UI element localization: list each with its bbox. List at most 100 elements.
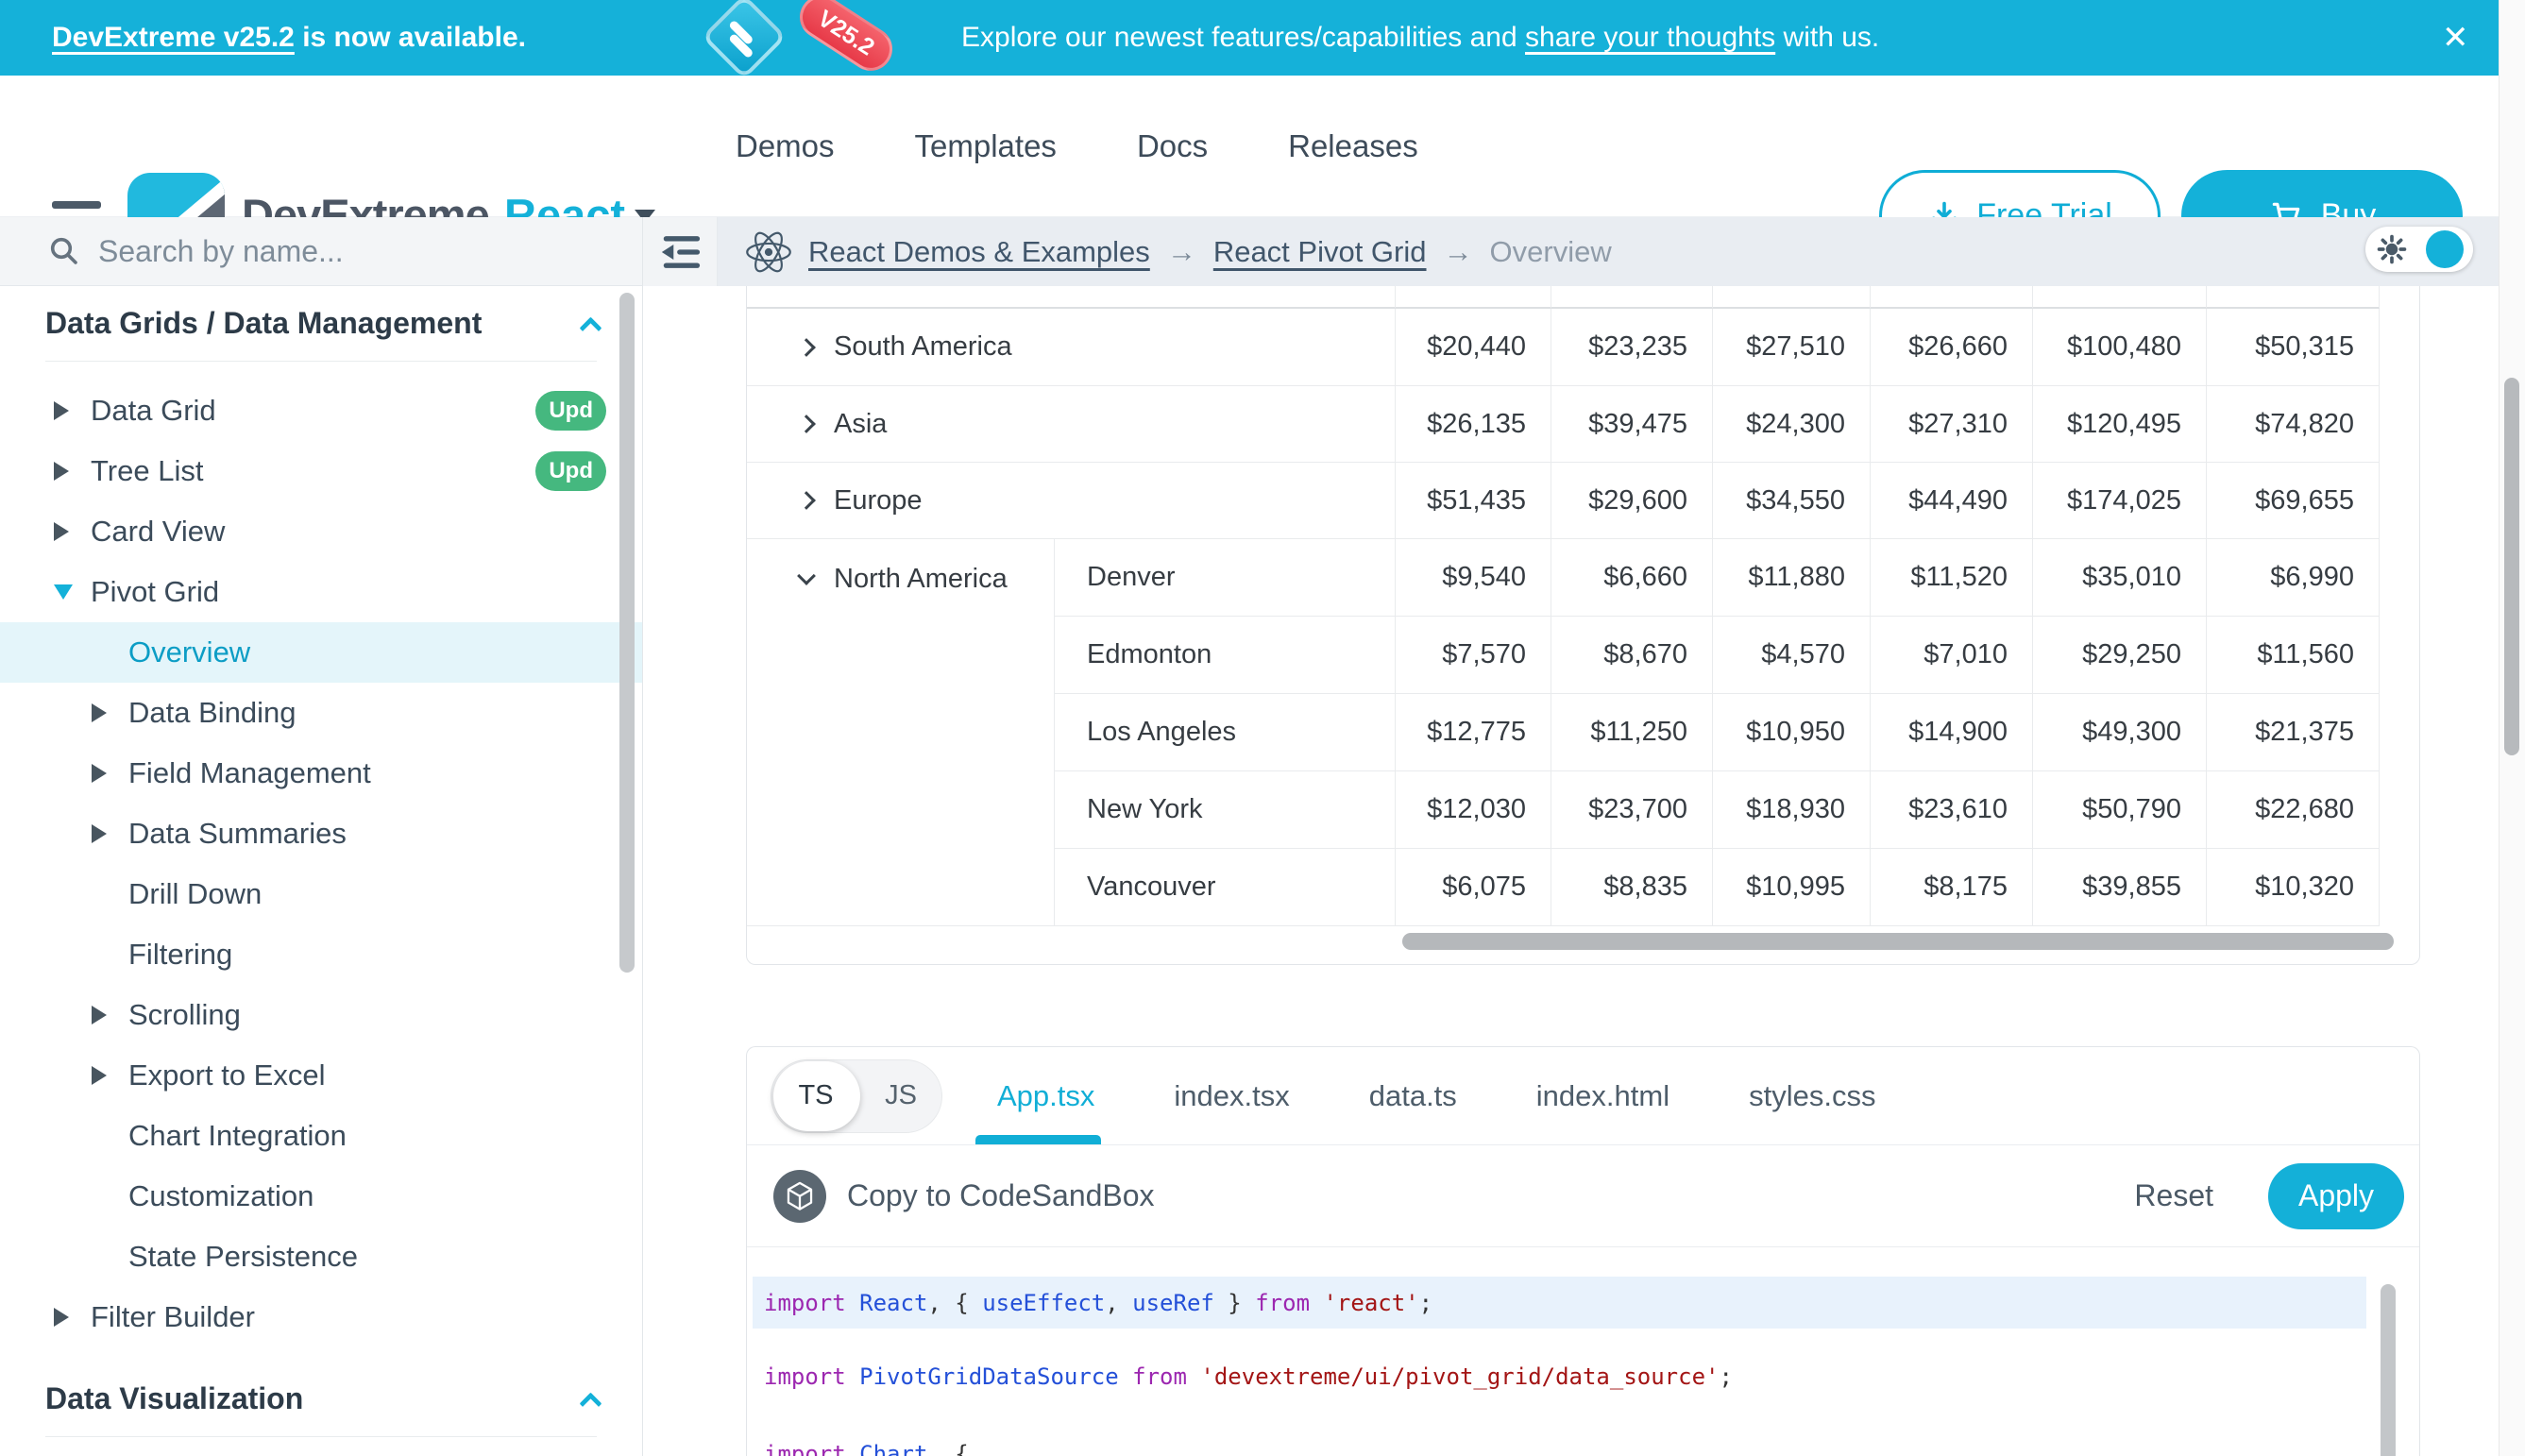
pivot-cell: $8,670 bbox=[1551, 617, 1713, 694]
sidebar-item-tree-list[interactable]: Tree ListUpd bbox=[0, 441, 642, 501]
theme-toggle[interactable] bbox=[2365, 227, 2473, 272]
tab-index-tsx[interactable]: index.tsx bbox=[1149, 1079, 1313, 1113]
breadcrumb-separator: → bbox=[1167, 235, 1196, 269]
code-tabs-row: TS JS App.tsx index.tsx data.ts index.ht… bbox=[747, 1047, 2419, 1145]
sidebar-item-card-view[interactable]: Card View bbox=[0, 501, 642, 562]
tab-styles-css[interactable]: styles.css bbox=[1724, 1079, 1900, 1113]
ts-js-switch[interactable]: TS JS bbox=[771, 1059, 942, 1133]
chevron-right-icon bbox=[797, 338, 816, 357]
nav-docs[interactable]: Docs bbox=[1137, 128, 1208, 164]
code-toolbar-row: Copy to CodeSandBox Reset Apply bbox=[747, 1145, 2419, 1247]
copy-to-codesandbox-button[interactable]: Copy to CodeSandBox bbox=[773, 1170, 1155, 1223]
code-line-1: import React, { useEffect, useRef } from… bbox=[753, 1277, 2366, 1329]
sidebar-item-filtering[interactable]: Filtering bbox=[0, 924, 642, 985]
collapse-panel-icon bbox=[658, 233, 702, 271]
sidebar-item-overview[interactable]: Overview bbox=[0, 622, 642, 683]
sidebar-scrollbar-thumb[interactable] bbox=[619, 293, 635, 973]
sidebar-item-data-summaries[interactable]: Data Summaries bbox=[0, 804, 642, 864]
pivot-cell: $50,315 bbox=[2207, 309, 2380, 386]
banner-close-icon[interactable]: ✕ bbox=[2442, 0, 2469, 76]
pivot-cell: $10,950 bbox=[1713, 694, 1871, 771]
sidebar-item-state-persistence[interactable]: State Persistence bbox=[0, 1227, 642, 1287]
sidebar-item-field-management[interactable]: Field Management bbox=[0, 743, 642, 804]
pivot-row-header-europe[interactable]: Europe bbox=[747, 463, 1396, 539]
pivot-cell: $23,610 bbox=[1871, 771, 2033, 849]
banner-release-text: DevExtreme v25.2 is now available. bbox=[52, 0, 526, 76]
breadcrumb-pivot-grid-link[interactable]: React Pivot Grid bbox=[1213, 235, 1427, 269]
upd-badge: Upd bbox=[535, 451, 606, 491]
collapse-demo-panel-button[interactable] bbox=[643, 217, 718, 286]
search-input[interactable] bbox=[98, 234, 551, 269]
pivot-cell: $26,660 bbox=[1871, 309, 2033, 386]
sidebar-item-data-binding[interactable]: Data Binding bbox=[0, 683, 642, 743]
pivot-cell: $29,250 bbox=[2033, 617, 2207, 694]
pivot-cell: $50,790 bbox=[2033, 771, 2207, 849]
triangle-right-icon bbox=[54, 401, 69, 420]
breadcrumb-demos-link[interactable]: React Demos & Examples bbox=[808, 235, 1150, 269]
page-scrollbar-track bbox=[2499, 0, 2525, 1456]
pivot-row-header-edmonton: Edmonton bbox=[1055, 617, 1396, 694]
code-line-2: import PivotGridDataSource from 'devextr… bbox=[753, 1350, 2366, 1402]
sidebar-item-data-grid[interactable]: Data GridUpd bbox=[0, 381, 642, 441]
codesandbox-icon bbox=[773, 1170, 826, 1223]
sidebar-section-data-visualization[interactable]: Data Visualization bbox=[0, 1373, 642, 1425]
pivot-grid-demo-card: South America $20,440 $23,235 $27,510 $2… bbox=[746, 286, 2420, 965]
sidebar-item-drill-down[interactable]: Drill Down bbox=[0, 864, 642, 924]
version-badge: V25.2 bbox=[791, 0, 901, 79]
code-line-3: import Chart, { bbox=[753, 1428, 2366, 1456]
sidebar-section-data-grids[interactable]: Data Grids / Data Management bbox=[0, 297, 642, 349]
chevron-right-icon bbox=[797, 491, 816, 510]
nav-templates[interactable]: Templates bbox=[915, 128, 1057, 164]
horizontal-scrollbar-thumb[interactable] bbox=[1402, 933, 2394, 950]
sidebar-item-pivot-grid[interactable]: Pivot Grid bbox=[0, 562, 642, 622]
sidebar-item-chart-integration[interactable]: Chart Integration bbox=[0, 1106, 642, 1166]
divider bbox=[45, 1436, 597, 1437]
pivot-row-header-north-america[interactable]: North America bbox=[747, 539, 1055, 926]
code-scrollbar-thumb[interactable] bbox=[2381, 1284, 2396, 1456]
pivot-cell: $6,990 bbox=[2207, 539, 2380, 617]
chevron-up-icon bbox=[579, 1392, 602, 1414]
pivot-row-header-asia[interactable]: Asia bbox=[747, 386, 1396, 463]
switch-js-label[interactable]: JS bbox=[860, 1060, 941, 1132]
breadcrumb-current: Overview bbox=[1490, 235, 1612, 269]
pivot-cell: $74,820 bbox=[2207, 386, 2380, 463]
share-your-thoughts-link[interactable]: share your thoughts bbox=[1525, 22, 1775, 54]
apply-button[interactable]: Apply bbox=[2268, 1163, 2404, 1229]
nav-demos[interactable]: Demos bbox=[736, 128, 835, 164]
sidebar-item-filter-builder[interactable]: Filter Builder bbox=[0, 1287, 642, 1347]
sidebar-item-customization[interactable]: Customization bbox=[0, 1166, 642, 1227]
page-scrollbar-thumb[interactable] bbox=[2504, 378, 2519, 755]
pivot-cell: $11,520 bbox=[1871, 539, 2033, 617]
sidebar-item-scrolling[interactable]: Scrolling bbox=[0, 985, 642, 1045]
pivot-cell: $21,375 bbox=[2207, 694, 2380, 771]
pivot-cell: $14,900 bbox=[1871, 694, 2033, 771]
pivot-cell: $120,495 bbox=[2033, 386, 2207, 463]
sidebar-search bbox=[0, 217, 642, 286]
pivot-cell: $34,550 bbox=[1713, 463, 1871, 539]
pivot-cell: $27,310 bbox=[1871, 386, 2033, 463]
triangle-right-icon bbox=[92, 1066, 107, 1085]
pivot-cell: $9,540 bbox=[1396, 539, 1551, 617]
triangle-right-icon bbox=[54, 1308, 69, 1327]
tab-data-ts[interactable]: data.ts bbox=[1345, 1079, 1482, 1113]
app-header: JS DevExtreme React by DevExpress Demos … bbox=[0, 76, 2525, 217]
pivot-cell: $26,135 bbox=[1396, 386, 1551, 463]
pivot-cell: $174,025 bbox=[2033, 463, 2207, 539]
pivot-cell: $35,010 bbox=[2033, 539, 2207, 617]
tab-app-tsx[interactable]: App.tsx bbox=[973, 1079, 1119, 1113]
react-icon bbox=[744, 229, 793, 275]
pivot-cell: $39,855 bbox=[2033, 849, 2207, 926]
nav-releases[interactable]: Releases bbox=[1288, 128, 1418, 164]
pivot-cell: $12,775 bbox=[1396, 694, 1551, 771]
reset-button[interactable]: Reset bbox=[2134, 1178, 2213, 1213]
sidebar-item-export-to-excel[interactable]: Export to Excel bbox=[0, 1045, 642, 1106]
switch-ts-label[interactable]: TS bbox=[771, 1060, 860, 1132]
divider bbox=[45, 361, 597, 362]
pivot-cell: $11,560 bbox=[2207, 617, 2380, 694]
theme-toggle-knob[interactable] bbox=[2426, 230, 2464, 268]
tab-index-html[interactable]: index.html bbox=[1512, 1079, 1694, 1113]
pivot-row-header-south-america[interactable]: South America bbox=[747, 309, 1396, 386]
pivot-grid: South America $20,440 $23,235 $27,510 $2… bbox=[747, 286, 2419, 964]
banner-release-link[interactable]: DevExtreme v25.2 bbox=[52, 22, 295, 54]
code-panel-card: TS JS App.tsx index.tsx data.ts index.ht… bbox=[746, 1046, 2420, 1456]
